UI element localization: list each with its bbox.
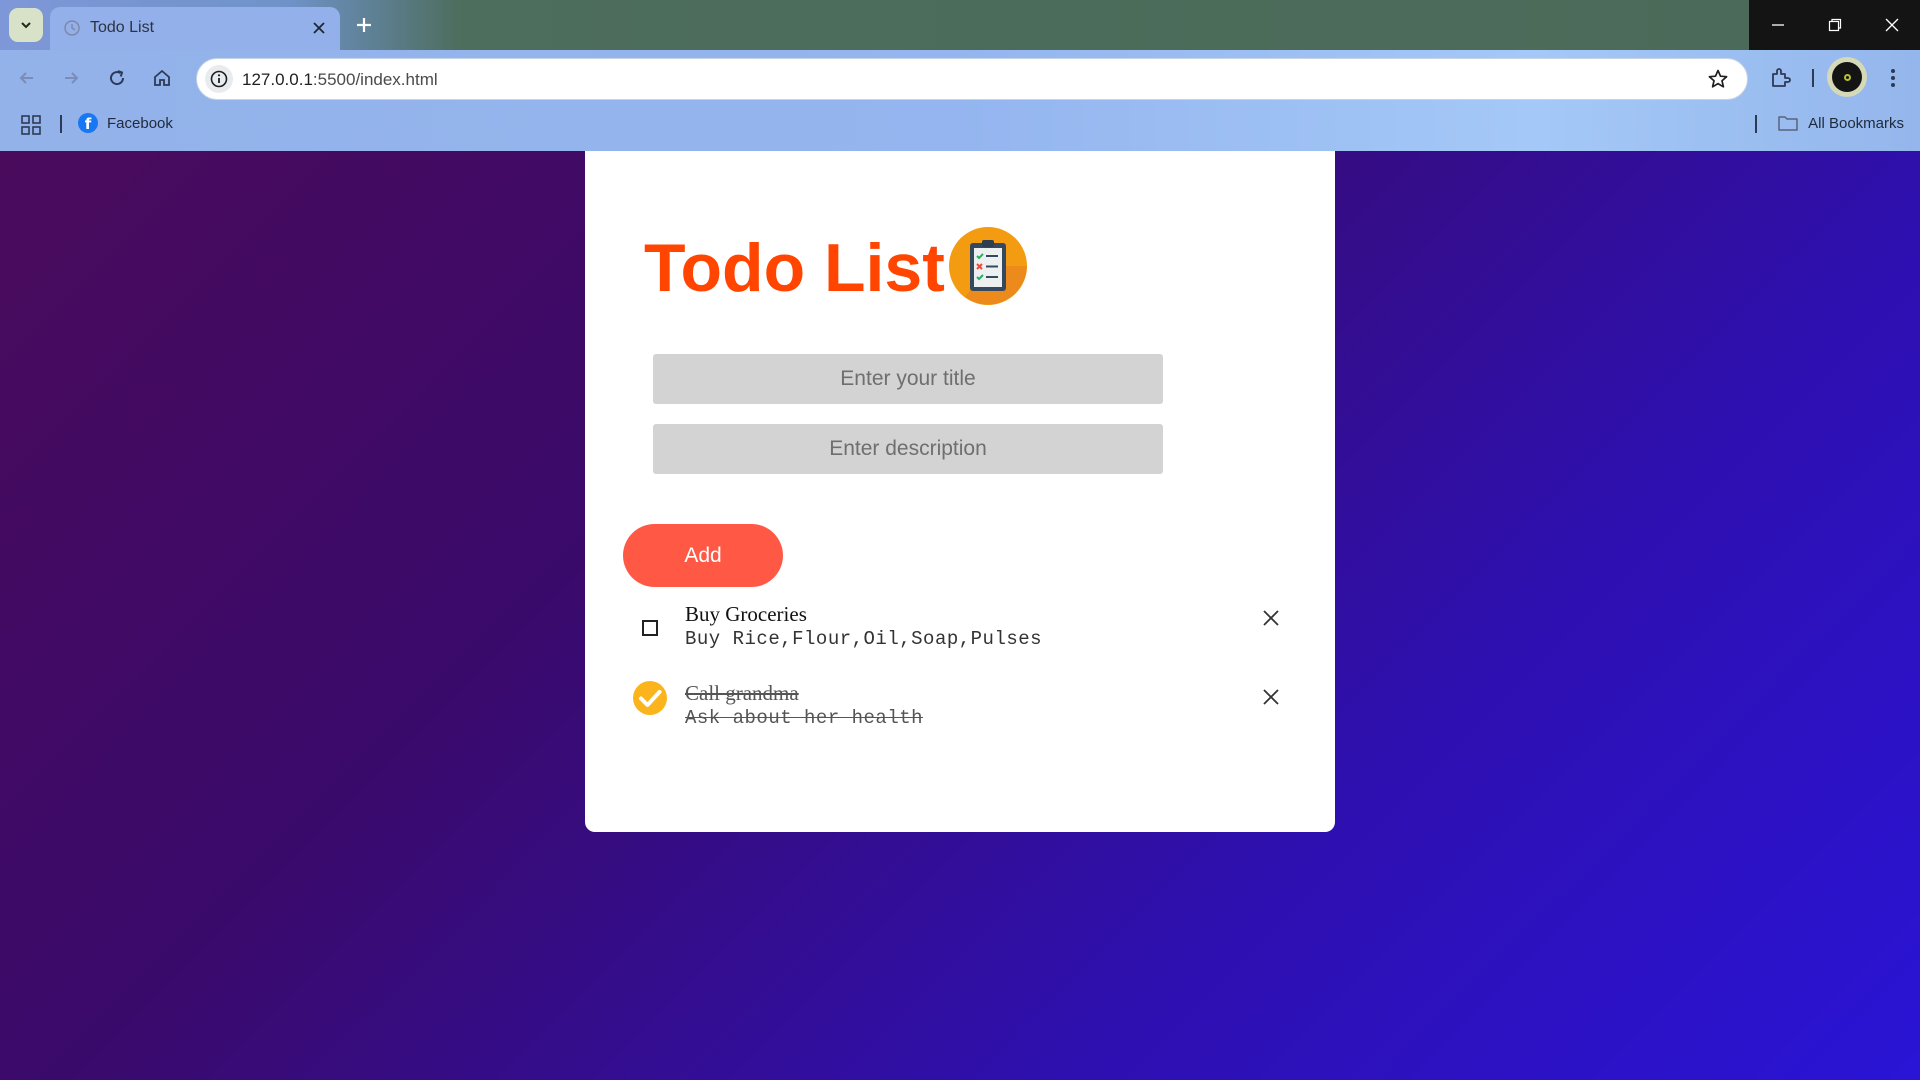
page-title: Todo List (644, 230, 945, 306)
facebook-icon: f (78, 113, 98, 133)
checked-circle-icon[interactable] (633, 681, 667, 715)
extensions-icon[interactable] (1768, 65, 1794, 91)
bookmarks-separator (60, 115, 62, 133)
remove-todo-icon[interactable] (1261, 608, 1281, 628)
globe-icon (64, 20, 80, 36)
todo-title: Call grandma (685, 681, 799, 705)
close-window-button[interactable] (1863, 0, 1920, 50)
arrow-right-icon (65, 72, 79, 84)
todo-item: Buy Groceries Buy Rice,Flour,Oil,Soap,Pu… (585, 601, 1335, 671)
arrow-left-icon (19, 72, 33, 84)
minimize-icon (1771, 24, 1784, 26)
title-input[interactable] (653, 354, 1163, 404)
back-button[interactable] (14, 65, 40, 91)
browser-tab[interactable]: Todo List (50, 7, 340, 50)
reload-icon (110, 70, 125, 86)
todo-text: Buy Groceries Buy Rice,Flour,Oil,Soap,Pu… (685, 601, 1042, 651)
url-path: :5500/index.html (312, 70, 438, 89)
bookmark-star-icon[interactable] (1707, 68, 1729, 90)
all-bookmarks-button[interactable]: All Bookmarks (1777, 114, 1904, 132)
folder-icon (1778, 116, 1798, 131)
description-input[interactable] (653, 424, 1163, 474)
page-viewport: Todo List Add Buy Groceries (0, 151, 1920, 1080)
forward-button[interactable] (58, 65, 84, 91)
browser-toolbar: 127.0.0.1:5500/index.html f Facebook All… (0, 50, 1920, 151)
browser-tabstrip: Todo List (0, 0, 1920, 50)
close-tab-icon[interactable] (310, 19, 328, 37)
avatar-dot (1843, 73, 1851, 81)
bookmark-facebook[interactable]: f Facebook (78, 113, 173, 133)
bookmark-label: Facebook (107, 114, 173, 132)
info-icon (210, 70, 228, 88)
new-tab-icon[interactable] (352, 13, 376, 37)
home-button[interactable] (149, 65, 175, 91)
reload-button[interactable] (104, 65, 130, 91)
todo-item: Call grandma Ask about her health (585, 680, 1335, 750)
close-icon (1885, 18, 1898, 32)
todo-description: Ask about her health (685, 707, 924, 729)
restore-button[interactable] (1806, 0, 1863, 50)
avatar-image (1832, 62, 1862, 92)
apps-grid-icon[interactable] (20, 114, 42, 136)
more-menu-icon[interactable] (1883, 65, 1903, 91)
url-host: 127.0.0.1 (242, 70, 313, 89)
url-text: 127.0.0.1:5500/index.html (242, 70, 438, 90)
site-info-button[interactable] (205, 65, 233, 93)
all-bookmarks-label: All Bookmarks (1808, 114, 1904, 132)
tab-title: Todo List (90, 19, 155, 36)
todo-text: Call grandma Ask about her health (685, 680, 923, 730)
home-icon (154, 69, 170, 86)
minimize-button[interactable] (1749, 0, 1806, 50)
window-controls (1749, 0, 1920, 50)
todo-description: Buy Rice,Flour,Oil,Soap,Pulses (685, 628, 1043, 650)
bookmarks-separator-right (1755, 115, 1757, 133)
chevron-down-icon (21, 22, 31, 29)
todo-card: Todo List Add Buy Groceries (585, 151, 1335, 832)
restore-icon (1828, 18, 1841, 32)
todo-title: Buy Groceries (685, 602, 807, 626)
address-bar[interactable]: 127.0.0.1:5500/index.html (196, 58, 1748, 100)
profile-avatar[interactable] (1827, 57, 1867, 97)
remove-todo-icon[interactable] (1261, 687, 1281, 707)
tab-search-button[interactable] (9, 8, 43, 42)
toolbar-separator (1812, 69, 1814, 87)
add-button[interactable]: Add (623, 524, 783, 587)
unchecked-box-icon[interactable] (633, 611, 667, 645)
clipboard-checklist-icon (949, 227, 1027, 305)
